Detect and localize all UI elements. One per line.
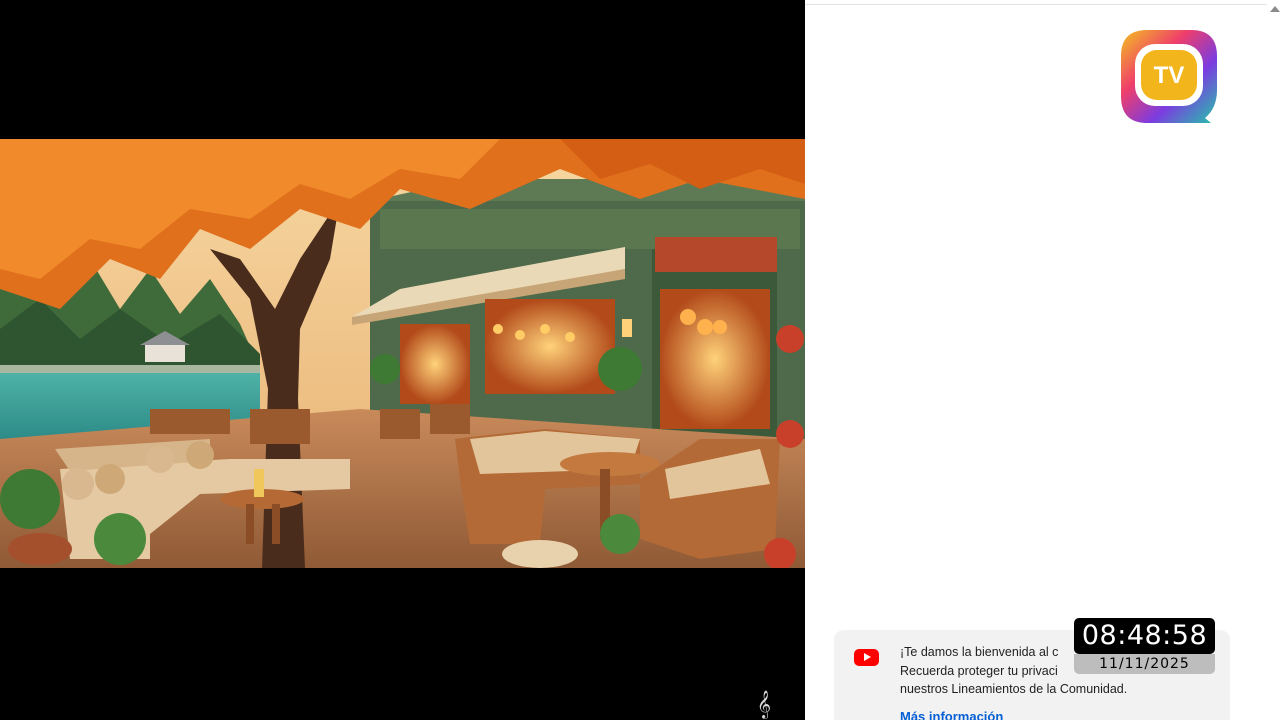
treble-clef-icon: 𝄞 (756, 690, 772, 718)
video-player[interactable]: 𝄞 (0, 0, 805, 720)
screen: 𝄞 TV ¡Te damos la bienvenida al c Recuer… (0, 0, 1280, 720)
youtube-icon (854, 649, 879, 666)
scene-illustration (0, 139, 805, 568)
divider (805, 4, 1275, 5)
logo-text: TV (1154, 62, 1185, 89)
side-panel: TV ¡Te damos la bienvenida al c Recuerda… (805, 0, 1280, 720)
welcome-line-3: nuestros Lineamientos de la Comunidad. (900, 682, 1128, 696)
scrollbar[interactable] (1267, 0, 1280, 720)
clock-time: 08:48:58 (1074, 618, 1215, 654)
scroll-up-arrow-icon[interactable] (1270, 6, 1280, 12)
tv-channel-logo: TV (1121, 30, 1217, 123)
more-info-link[interactable]: Más información (900, 709, 1003, 720)
clock-date: 11/11/2025 (1074, 654, 1215, 674)
clock-overlay: 08:48:58 11/11/2025 (1074, 618, 1215, 676)
video-frame-autumn-cafe[interactable] (0, 139, 805, 568)
